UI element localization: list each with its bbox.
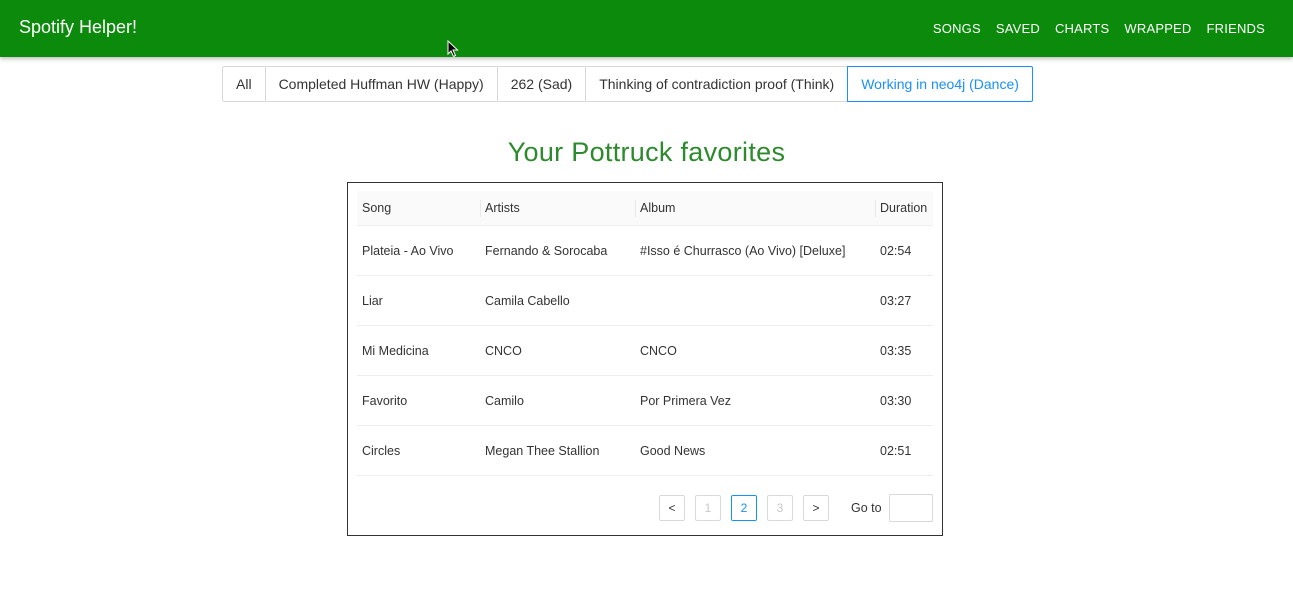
duration-cell: 03:35: [875, 325, 933, 376]
nav-wrapped[interactable]: WRAPPED: [1124, 21, 1191, 36]
album-cell: [635, 275, 875, 326]
tab-sad[interactable]: 262 (Sad): [496, 66, 587, 102]
app-brand[interactable]: Spotify Helper!: [19, 17, 137, 38]
column-header-duration: Duration: [875, 191, 933, 226]
table-row[interactable]: Circles Megan Thee Stallion Good News 02…: [357, 425, 933, 476]
pagination: < 1 2 3 > Go to: [659, 494, 933, 522]
artists-cell: Camila Cabello: [480, 275, 635, 326]
nav-songs[interactable]: SONGS: [933, 21, 981, 36]
table-header-row: Song Artists Album Duration: [357, 191, 933, 226]
song-cell: Favorito: [357, 375, 480, 426]
table-row[interactable]: Favorito Camilo Por Primera Vez 03:30: [357, 375, 933, 426]
page-title: Your Pottruck favorites: [507, 137, 786, 167]
songs-table-card: Song Artists Album Duration Plateia - Ao…: [347, 182, 943, 536]
album-cell: Good News: [635, 425, 875, 476]
album-cell: #Isso é Churrasco (Ao Vivo) [Deluxe]: [635, 225, 875, 276]
duration-cell: 02:54: [875, 225, 933, 276]
pagination-page-1[interactable]: 1: [695, 495, 721, 521]
song-cell: Circles: [357, 425, 480, 476]
tab-dance[interactable]: Working in neo4j (Dance): [847, 66, 1033, 102]
pagination-next-button[interactable]: >: [803, 495, 829, 521]
artists-cell: CNCO: [480, 325, 635, 376]
top-navbar: Spotify Helper! SONGS SAVED CHARTS WRAPP…: [0, 0, 1293, 57]
mood-filter-tabs: All Completed Huffman HW (Happy) 262 (Sa…: [222, 66, 1033, 102]
nav-charts[interactable]: CHARTS: [1055, 21, 1109, 36]
mouse-cursor-icon: [447, 40, 459, 58]
goto-label: Go to: [851, 501, 882, 515]
nav-links: SONGS SAVED CHARTS WRAPPED FRIENDS: [933, 21, 1265, 36]
nav-saved[interactable]: SAVED: [996, 21, 1040, 36]
duration-cell: 03:30: [875, 375, 933, 426]
song-cell: Plateia - Ao Vivo: [357, 225, 480, 276]
goto-page-input[interactable]: [888, 494, 933, 522]
nav-friends[interactable]: FRIENDS: [1207, 21, 1265, 36]
album-cell: CNCO: [635, 325, 875, 376]
table-row[interactable]: Liar Camila Cabello 03:27: [357, 275, 933, 326]
column-header-song: Song: [357, 191, 480, 226]
pagination-page-3[interactable]: 3: [767, 495, 793, 521]
duration-cell: 03:27: [875, 275, 933, 326]
tab-all[interactable]: All: [222, 66, 266, 102]
artists-cell: Fernando & Sorocaba: [480, 225, 635, 276]
artists-cell: Camilo: [480, 375, 635, 426]
album-cell: Por Primera Vez: [635, 375, 875, 426]
table-row[interactable]: Plateia - Ao Vivo Fernando & Sorocaba #I…: [357, 225, 933, 276]
song-cell: Mi Medicina: [357, 325, 480, 376]
column-header-album: Album: [635, 191, 875, 226]
tab-happy[interactable]: Completed Huffman HW (Happy): [264, 66, 498, 102]
pagination-page-2[interactable]: 2: [731, 495, 757, 521]
table-row[interactable]: Mi Medicina CNCO CNCO 03:35: [357, 325, 933, 376]
pagination-prev-button[interactable]: <: [659, 495, 685, 521]
artists-cell: Megan Thee Stallion: [480, 425, 635, 476]
duration-cell: 02:51: [875, 425, 933, 476]
songs-table: Song Artists Album Duration Plateia - Ao…: [357, 191, 933, 476]
tab-think[interactable]: Thinking of contradiction proof (Think): [585, 66, 849, 102]
column-header-artists: Artists: [480, 191, 635, 226]
song-cell: Liar: [357, 275, 480, 326]
